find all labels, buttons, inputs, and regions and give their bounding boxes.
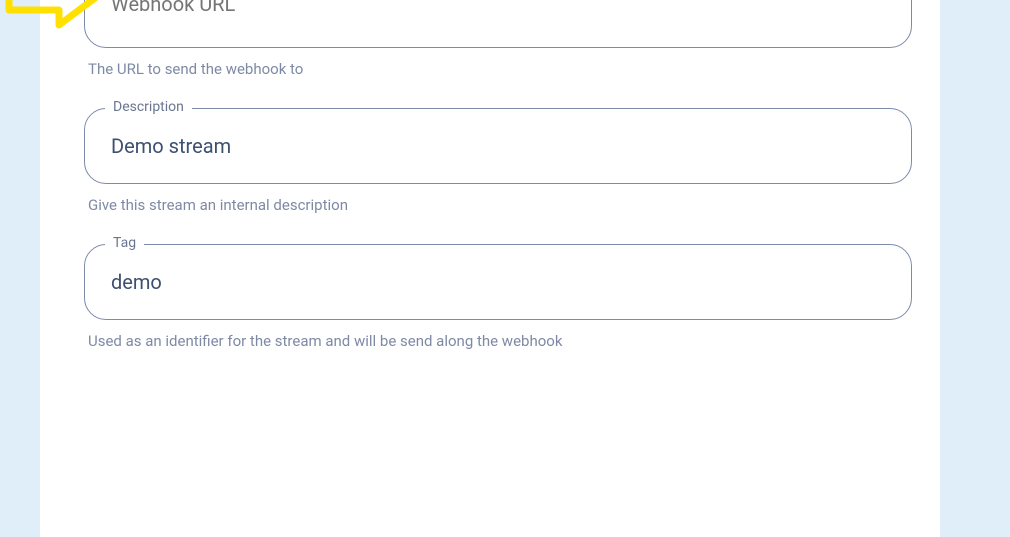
description-input-border: Description: [84, 108, 912, 184]
field-webhook: [84, 0, 912, 48]
webhook-url-input[interactable]: [109, 0, 887, 17]
right-margin: [970, 0, 1010, 537]
tag-label: Tag: [105, 235, 144, 251]
config-card: 2 Stream Configuration Demo Prod The URL…: [40, 0, 940, 537]
tag-helper: Used as an identifier for the stream and…: [88, 332, 912, 350]
tag-input[interactable]: [109, 269, 887, 295]
description-input[interactable]: [109, 133, 887, 159]
description-label: Description: [105, 99, 192, 115]
webhook-input-border: [84, 0, 912, 48]
description-helper: Give this stream an internal description: [88, 196, 912, 214]
field-description: Description: [84, 108, 912, 184]
scroll-viewport[interactable]: 2 Stream Configuration Demo Prod The URL…: [0, 0, 970, 537]
webhook-helper: The URL to send the webhook to: [88, 60, 912, 78]
field-tag: Tag: [84, 244, 912, 320]
tag-input-border: Tag: [84, 244, 912, 320]
